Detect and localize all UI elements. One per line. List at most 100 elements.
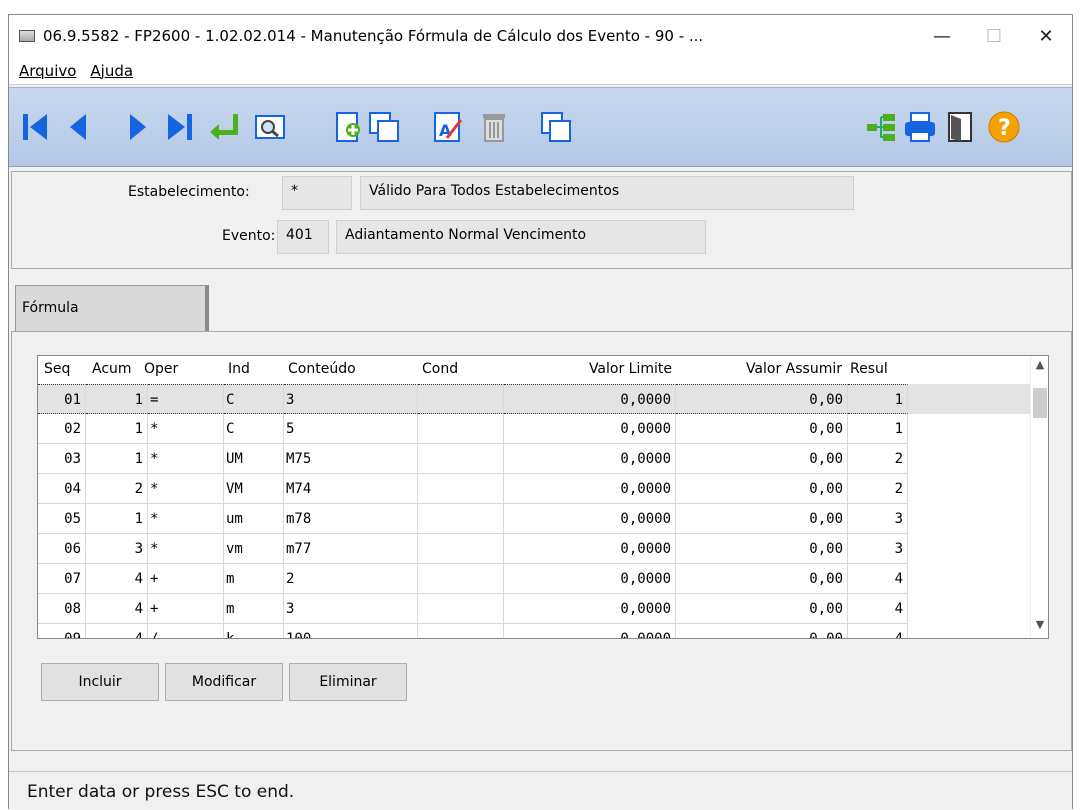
cell-conteudo[interactable]: m77 — [284, 534, 418, 564]
table-row[interactable]: 06 3 * vm m77 0,0000 0,00 3 — [38, 534, 1032, 564]
cell-seq[interactable]: 06 — [38, 534, 86, 564]
table-row[interactable]: 01 1 = C 3 0,0000 0,00 1 — [38, 384, 1032, 414]
cell-ind[interactable]: C — [224, 384, 284, 414]
cell-valor-limite[interactable]: 0,0000 — [504, 534, 676, 564]
cell-cond[interactable] — [418, 594, 504, 624]
column-header-seq[interactable]: Seq — [42, 356, 82, 383]
event-code-field[interactable]: 401 — [277, 220, 329, 254]
cell-oper[interactable]: * — [148, 504, 224, 534]
cell-valor-limite[interactable]: 0,0000 — [504, 504, 676, 534]
table-row[interactable]: 08 4 + m 3 0,0000 0,00 4 — [38, 594, 1032, 624]
next-record-icon[interactable] — [121, 110, 155, 144]
cell-acum[interactable]: 4 — [86, 564, 148, 594]
copy-2-icon[interactable] — [539, 110, 573, 144]
cell-cond[interactable] — [418, 534, 504, 564]
cell-oper[interactable]: = — [148, 384, 224, 414]
cell-oper[interactable]: / — [148, 624, 224, 638]
cell-resul[interactable]: 2 — [848, 444, 908, 474]
help-icon[interactable]: ? — [987, 110, 1021, 144]
cell-cond[interactable] — [418, 444, 504, 474]
cell-resul[interactable]: 4 — [848, 564, 908, 594]
cell-valor-limite[interactable]: 0,0000 — [504, 564, 676, 594]
scroll-down-icon[interactable]: ▼ — [1031, 618, 1048, 636]
delete-icon[interactable] — [477, 110, 511, 144]
cell-acum[interactable]: 1 — [86, 414, 148, 444]
cell-acum[interactable]: 1 — [86, 504, 148, 534]
column-header-cond[interactable]: Cond — [420, 356, 480, 383]
cell-resul[interactable]: 1 — [848, 384, 908, 414]
cell-ind[interactable]: UM — [224, 444, 284, 474]
cell-ind[interactable]: k — [224, 624, 284, 638]
cell-resul[interactable]: 3 — [848, 504, 908, 534]
cell-valor-limite[interactable]: 0,0000 — [504, 414, 676, 444]
cell-valor-assumir[interactable]: 0,00 — [676, 474, 848, 504]
maximize-button[interactable]: ☐ — [968, 15, 1020, 57]
menu-ajuda[interactable]: Ajuda — [90, 62, 133, 80]
cell-conteudo[interactable]: 5 — [284, 414, 418, 444]
cell-valor-assumir[interactable]: 0,00 — [676, 564, 848, 594]
cell-acum[interactable]: 1 — [86, 384, 148, 414]
cell-acum[interactable]: 1 — [86, 444, 148, 474]
column-header-resul[interactable]: Resul — [848, 356, 908, 383]
cell-seq[interactable]: 02 — [38, 414, 86, 444]
cell-ind[interactable]: m — [224, 594, 284, 624]
cell-conteudo[interactable]: 100 — [284, 624, 418, 638]
cell-oper[interactable]: * — [148, 414, 224, 444]
cell-valor-assumir[interactable]: 0,00 — [676, 624, 848, 638]
table-row[interactable]: 02 1 * C 5 0,0000 0,00 1 — [38, 414, 1032, 444]
cell-oper[interactable]: + — [148, 594, 224, 624]
table-row[interactable]: 09 4/k 100 0,0000 0,00 4 — [38, 624, 1032, 638]
cell-seq[interactable]: 07 — [38, 564, 86, 594]
copy-icon[interactable] — [367, 110, 401, 144]
go-to-icon[interactable] — [207, 110, 241, 144]
modify-button[interactable]: Modificar — [165, 663, 283, 701]
cell-valor-limite[interactable]: 0,0000 — [504, 444, 676, 474]
cell-oper[interactable]: * — [148, 474, 224, 504]
formula-grid[interactable]: Seq Acum Oper Ind Conteúdo Cond Valor Li… — [37, 355, 1049, 639]
cell-ind[interactable]: um — [224, 504, 284, 534]
cell-resul[interactable]: 2 — [848, 474, 908, 504]
column-header-oper[interactable]: Oper — [142, 356, 202, 383]
cell-acum[interactable]: 2 — [86, 474, 148, 504]
cell-cond[interactable] — [418, 624, 504, 638]
cell-seq[interactable]: 03 — [38, 444, 86, 474]
cell-conteudo[interactable]: m78 — [284, 504, 418, 534]
cell-conteudo[interactable]: M75 — [284, 444, 418, 474]
search-icon[interactable] — [253, 110, 287, 144]
cell-seq[interactable]: 09 — [38, 624, 86, 638]
last-record-icon[interactable] — [163, 110, 197, 144]
tree-icon[interactable] — [865, 110, 899, 144]
cell-valor-limite[interactable]: 0,0000 — [504, 594, 676, 624]
cell-oper[interactable]: + — [148, 564, 224, 594]
cell-resul[interactable]: 4 — [848, 594, 908, 624]
column-header-valor-assumir[interactable]: Valor Assumir — [676, 356, 846, 383]
cell-acum[interactable]: 4 — [86, 594, 148, 624]
cell-acum[interactable]: 3 — [86, 534, 148, 564]
exit-icon[interactable] — [943, 110, 977, 144]
menu-arquivo[interactable]: Arquivo — [19, 62, 76, 80]
delete-button[interactable]: Eliminar — [289, 663, 407, 701]
first-record-icon[interactable] — [19, 110, 53, 144]
cell-valor-limite[interactable]: 0,0000 — [504, 624, 676, 638]
table-row[interactable]: 05 1 * um m78 0,0000 0,00 3 — [38, 504, 1032, 534]
cell-seq[interactable]: 01 — [38, 384, 86, 414]
column-header-conteudo[interactable]: Conteúdo — [286, 356, 406, 383]
cell-oper[interactable]: * — [148, 444, 224, 474]
print-icon[interactable] — [903, 110, 937, 144]
cell-seq[interactable]: 08 — [38, 594, 86, 624]
close-button[interactable]: ✕ — [1020, 15, 1072, 57]
cell-ind[interactable]: vm — [224, 534, 284, 564]
cell-valor-assumir[interactable]: 0,00 — [676, 384, 848, 414]
cell-conteudo[interactable]: 2 — [284, 564, 418, 594]
cell-valor-assumir[interactable]: 0,00 — [676, 534, 848, 564]
grid-scrollbar[interactable]: ▲ ▼ — [1030, 356, 1048, 638]
cell-conteudo[interactable]: 3 — [284, 594, 418, 624]
edit-icon[interactable]: A — [431, 110, 465, 144]
cell-seq[interactable]: 05 — [38, 504, 86, 534]
cell-resul[interactable]: 3 — [848, 534, 908, 564]
table-row[interactable]: 04 2 * VM M74 0,0000 0,00 2 — [38, 474, 1032, 504]
cell-resul[interactable]: 1 — [848, 414, 908, 444]
cell-conteudo[interactable]: 3 — [284, 384, 418, 414]
cell-valor-assumir[interactable]: 0,00 — [676, 444, 848, 474]
cell-ind[interactable]: C — [224, 414, 284, 444]
